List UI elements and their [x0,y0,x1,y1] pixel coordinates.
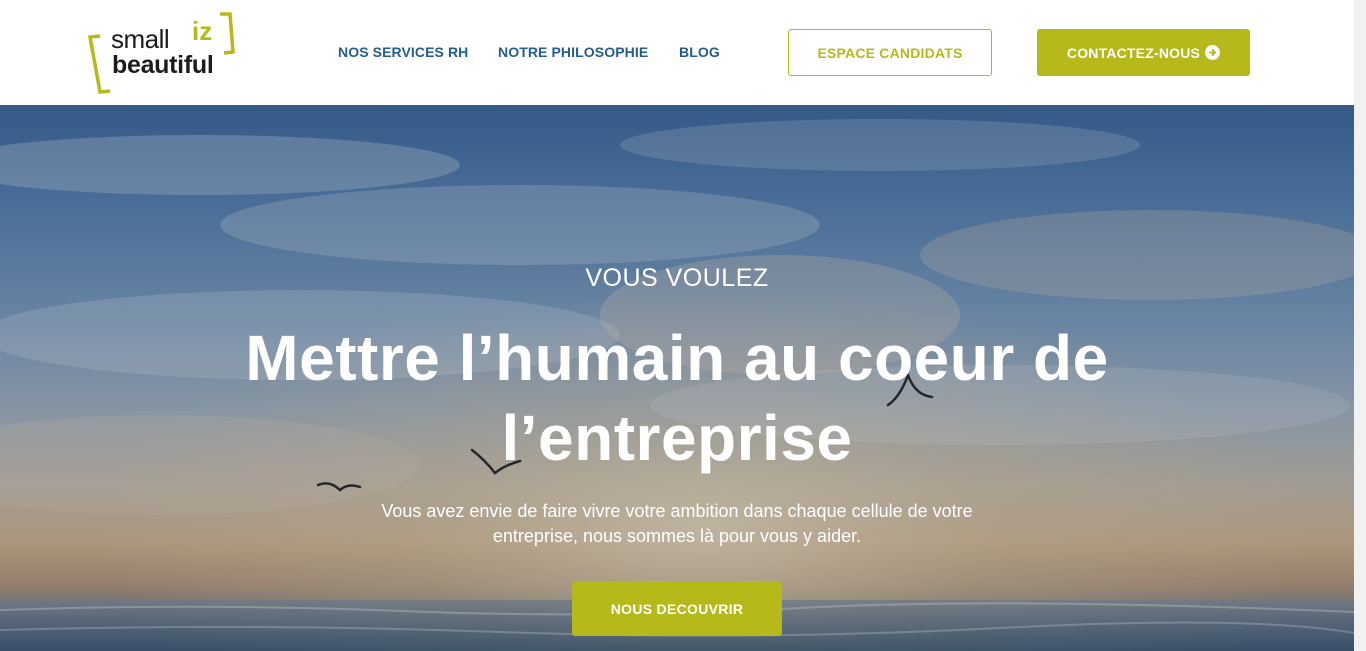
nous-decouvrir-button[interactable]: NOUS DECOUVRIR [572,581,782,636]
hero-eyebrow: VOUS VOULEZ [585,264,769,292]
site-header: small iz beautiful NOS SERVICES RH NOTRE… [0,0,1354,105]
nav-item-services-rh[interactable]: NOS SERVICES RH [338,44,468,60]
scrollbar[interactable] [1354,0,1366,651]
hero-section: VOUS VOULEZ Mettre l’humain au coeur de … [0,105,1354,651]
logo-word-beautiful: beautiful [112,51,214,79]
contact-button[interactable]: CONTACTEZ-NOUS [1037,29,1250,76]
logo-word-iz: iz [192,16,213,46]
nous-decouvrir-label: NOUS DECOUVRIR [610,600,744,617]
espace-candidats-label: ESPACE CANDIDATS [817,44,963,61]
hero-subtext: Vous avez envie de faire vivre votre amb… [381,501,973,546]
hero-headline: Mettre l’humain au coeur de l’entreprise [245,322,1109,474]
contact-label: CONTACTEZ-NOUS [1066,44,1201,61]
espace-candidats-button[interactable]: ESPACE CANDIDATS [788,29,992,76]
arrow-circle-right-icon [1205,45,1221,60]
nav-item-philosophie[interactable]: NOTRE PHILOSOPHIE [498,44,648,60]
nav-item-blog[interactable]: BLOG [679,44,720,60]
logo[interactable]: small iz beautiful [86,12,236,94]
logo-word-small: small [111,24,170,54]
